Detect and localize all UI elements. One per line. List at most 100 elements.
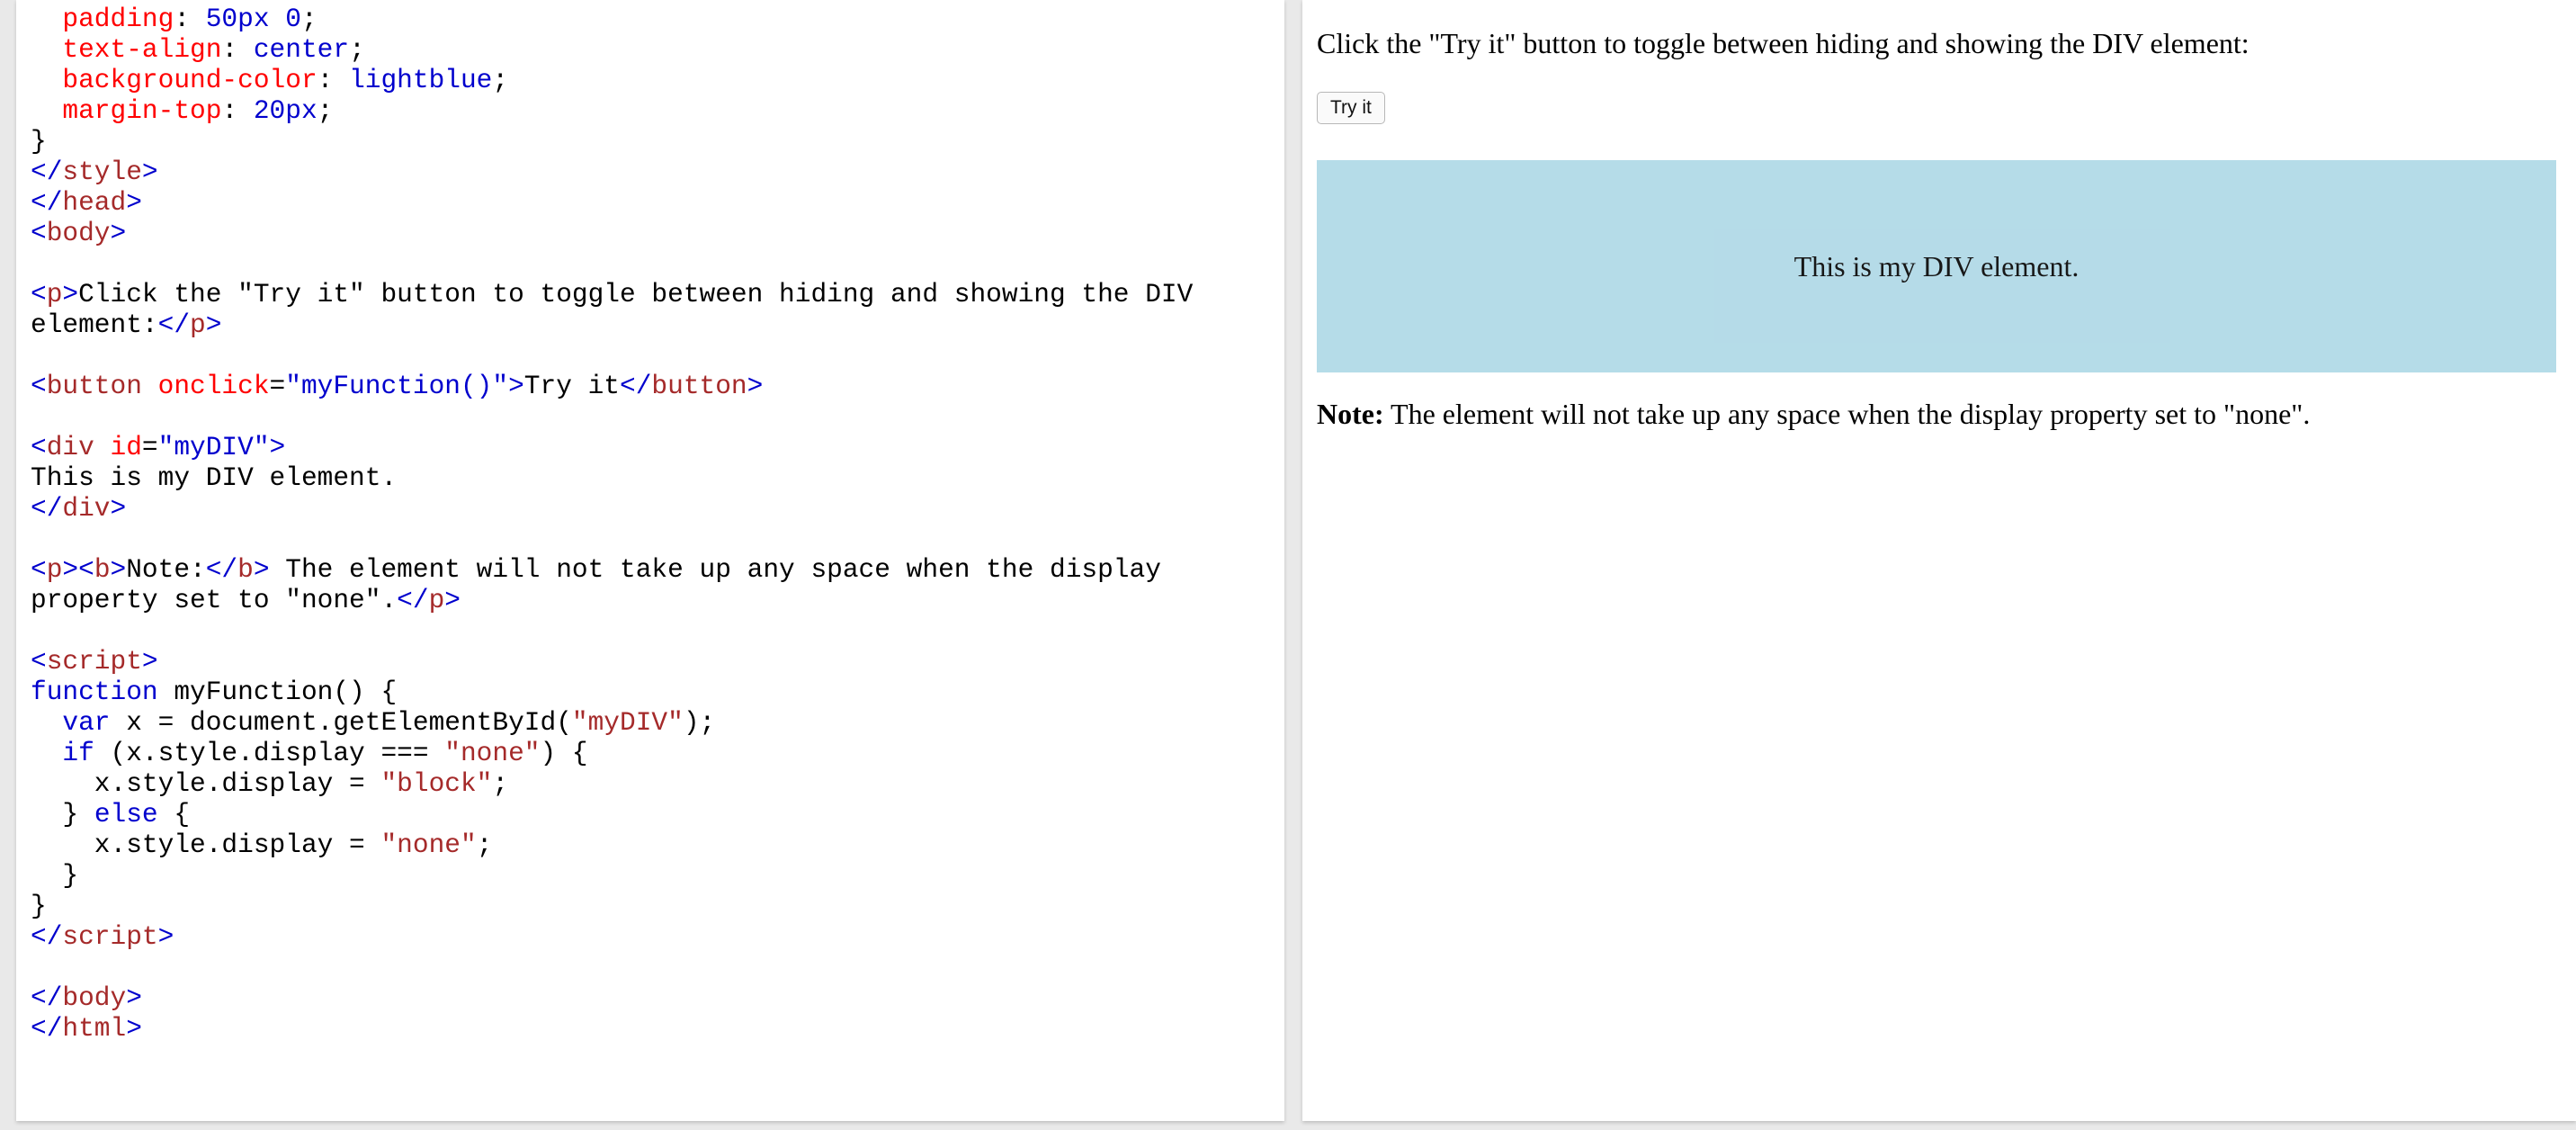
code-token: > bbox=[205, 309, 222, 340]
code-line: </style> bbox=[31, 157, 1193, 187]
code-editor-panel[interactable]: padding: 50px 0; text-align: center; bac… bbox=[16, 0, 1284, 1121]
code-line: } else { bbox=[31, 799, 1193, 830]
code-token: > bbox=[253, 554, 270, 585]
code-token: : bbox=[221, 95, 254, 126]
code-line: This is my DIV element. bbox=[31, 462, 1193, 493]
code-line: </body> bbox=[31, 982, 1193, 1013]
code-line: property set to "none".</p> bbox=[31, 585, 1193, 615]
code-token: < bbox=[31, 371, 47, 401]
code-line: </div> bbox=[31, 493, 1193, 524]
code-token: This is my DIV element. bbox=[31, 462, 398, 493]
code-line: </head> bbox=[31, 187, 1193, 218]
code-token: </ bbox=[620, 371, 652, 401]
code-token: > bbox=[126, 187, 142, 218]
code-token: margin-top bbox=[62, 95, 222, 126]
code-token: ) { bbox=[540, 738, 588, 768]
code-token: script bbox=[62, 921, 158, 952]
code-token: (x.style.display === bbox=[94, 738, 445, 768]
code-token: b bbox=[94, 554, 111, 585]
code-line: <button onclick="myFunction()">Try it</b… bbox=[31, 371, 1193, 401]
code-token: < bbox=[31, 646, 47, 677]
code-token: else bbox=[94, 799, 158, 830]
code-token: "myDIV" bbox=[157, 432, 270, 462]
code-line: element:</p> bbox=[31, 309, 1193, 340]
code-token: "none" bbox=[380, 830, 477, 860]
code-token: myFunction() { bbox=[157, 677, 398, 707]
note-text: The element will not take up any space w… bbox=[1383, 398, 2311, 430]
code-token: > bbox=[110, 554, 127, 585]
code-line: background-color: lightblue; bbox=[31, 65, 1193, 95]
note-paragraph: Note: The element will not take up any s… bbox=[1317, 398, 2310, 431]
code-token: ; bbox=[300, 4, 318, 34]
code-token: { bbox=[157, 799, 191, 830]
code-token: p bbox=[428, 585, 445, 615]
code-token: ; bbox=[476, 830, 493, 860]
result-panel: Click the "Try it" button to toggle betw… bbox=[1302, 0, 2576, 1121]
code-token: </ bbox=[31, 493, 63, 524]
code-line: </script> bbox=[31, 921, 1193, 952]
code-line: </html> bbox=[31, 1013, 1193, 1044]
code-token: div bbox=[46, 432, 94, 462]
code-token: : bbox=[174, 4, 206, 34]
code-line: } bbox=[31, 860, 1193, 891]
code-token: = bbox=[141, 432, 158, 462]
code-token: } bbox=[31, 126, 47, 157]
code-token: Note: bbox=[126, 554, 206, 585]
code-token: button bbox=[46, 371, 142, 401]
try-it-button[interactable]: Try it bbox=[1317, 92, 1385, 124]
code-token: } bbox=[31, 799, 94, 830]
code-token: ; bbox=[492, 65, 509, 95]
code-token: id bbox=[110, 432, 142, 462]
code-line: margin-top: 20px; bbox=[31, 95, 1193, 126]
code-token: > bbox=[444, 585, 461, 615]
code-token: button bbox=[651, 371, 747, 401]
code-token: "myFunction()" bbox=[285, 371, 509, 401]
code-token: > bbox=[141, 157, 158, 187]
code-token: </ bbox=[31, 921, 63, 952]
code-token: < bbox=[31, 279, 47, 309]
code-token: "block" bbox=[380, 768, 493, 799]
code-token: > bbox=[508, 371, 524, 401]
code-token: > bbox=[747, 371, 764, 401]
code-line: padding: 50px 0; bbox=[31, 4, 1193, 34]
code-token: Try it bbox=[523, 371, 621, 401]
code-line: var x = document.getElementById("myDIV")… bbox=[31, 707, 1193, 738]
code-token: text-align bbox=[62, 34, 222, 65]
code-line: } bbox=[31, 126, 1193, 157]
code-token: property set to "none". bbox=[31, 585, 398, 615]
code-editor[interactable]: padding: 50px 0; text-align: center; bac… bbox=[31, 4, 1193, 1044]
code-token: ; bbox=[317, 95, 334, 126]
code-token: center bbox=[253, 34, 350, 65]
code-token: > bbox=[110, 493, 127, 524]
code-line: if (x.style.display === "none") { bbox=[31, 738, 1193, 768]
code-token: 50px 0 bbox=[205, 4, 301, 34]
code-token: padding bbox=[62, 4, 174, 34]
code-token: onclick bbox=[157, 371, 270, 401]
code-token: </ bbox=[31, 982, 63, 1013]
code-token: 20px bbox=[253, 95, 318, 126]
code-token: > bbox=[62, 279, 79, 309]
code-token: head bbox=[62, 187, 127, 218]
code-token: x.style.display = bbox=[31, 830, 381, 860]
code-token: "myDIV" bbox=[571, 707, 684, 738]
code-token: </ bbox=[31, 157, 63, 187]
code-token: ; bbox=[492, 768, 509, 799]
code-token: ); bbox=[683, 707, 716, 738]
code-line: <body> bbox=[31, 218, 1193, 248]
intro-paragraph: Click the "Try it" button to toggle betw… bbox=[1317, 27, 2250, 59]
code-token: x = document.getElementById( bbox=[110, 707, 572, 738]
code-line: <p>Click the "Try it" button to toggle b… bbox=[31, 279, 1193, 309]
code-token: if bbox=[62, 738, 94, 768]
code-token: script bbox=[46, 646, 142, 677]
code-token: b bbox=[237, 554, 254, 585]
code-line: x.style.display = "block"; bbox=[31, 768, 1193, 799]
